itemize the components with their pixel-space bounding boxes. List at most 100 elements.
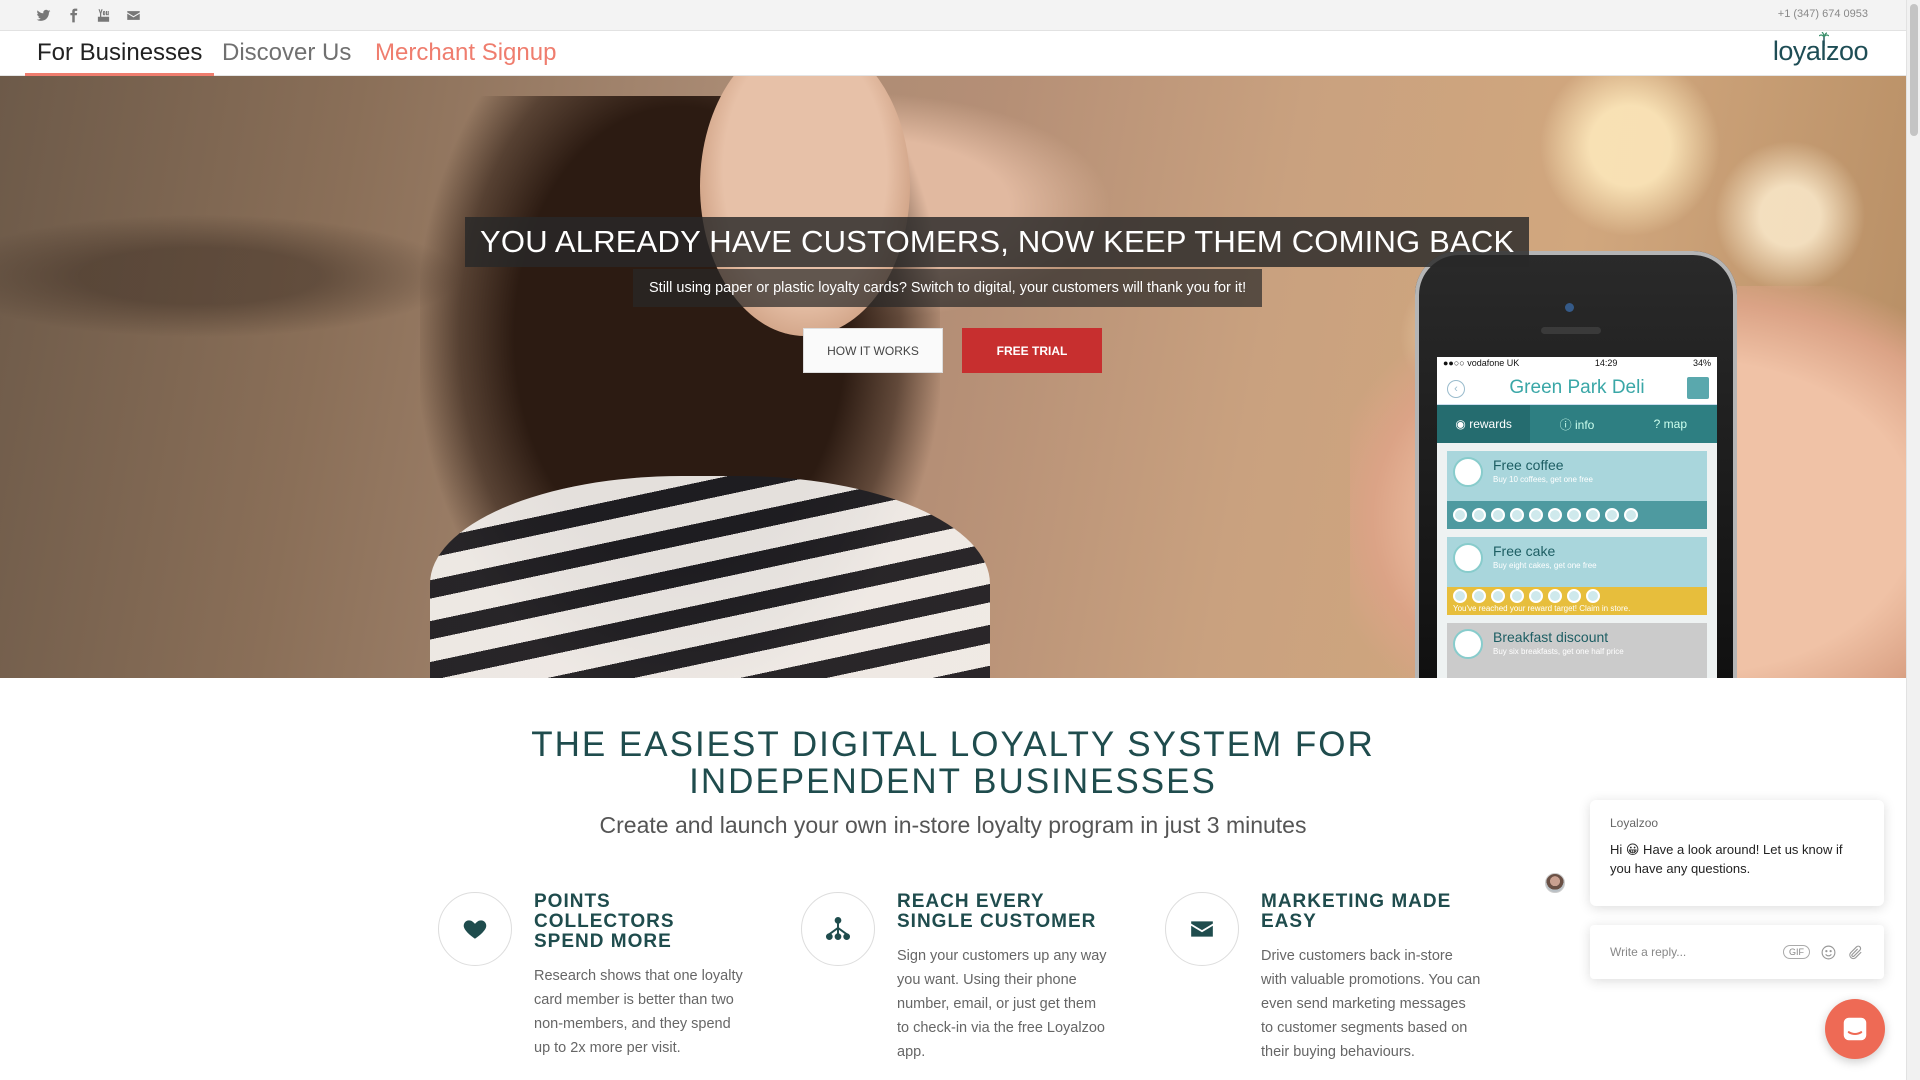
chat-icon bbox=[1843, 1017, 1867, 1041]
nav-merchant-signup[interactable]: Merchant Signup bbox=[375, 39, 556, 76]
app-tab-label: map bbox=[1663, 417, 1687, 431]
feature-title: REACH EVERY SINGLE CUSTOMER bbox=[897, 891, 1097, 932]
phone-speaker bbox=[1541, 327, 1601, 334]
feature-body: Sign your customers up any way you want.… bbox=[897, 948, 1107, 1060]
battery-text: 34% bbox=[1692, 358, 1711, 368]
reward-subtitle: Buy six breakfasts, get one half price bbox=[1493, 647, 1624, 656]
reward-subtitle: Buy eight cakes, get one free bbox=[1493, 561, 1597, 570]
app-tab-label: info bbox=[1574, 417, 1595, 432]
feature-body: Research shows that one loyalty card mem… bbox=[534, 968, 743, 1056]
app-tab-info: ⓘ info bbox=[1559, 417, 1595, 432]
loyalzoo-logo[interactable]: loyalzoo bbox=[1773, 32, 1869, 72]
network-icon bbox=[801, 892, 875, 966]
nav-discover-us[interactable]: Discover Us bbox=[222, 39, 351, 76]
stamp bbox=[1567, 589, 1581, 603]
facebook-icon[interactable] bbox=[64, 6, 82, 24]
envelope-icon bbox=[1165, 892, 1239, 966]
stamp bbox=[1453, 508, 1467, 522]
stamp bbox=[1548, 508, 1562, 522]
mail-icon[interactable] bbox=[124, 6, 142, 24]
chat-tools: GIF bbox=[1783, 944, 1864, 961]
stamp bbox=[1472, 589, 1486, 603]
stamp bbox=[1529, 589, 1543, 603]
chat-message-bubble[interactable]: Loyalzoo Hi 😀 Have a look around! Let us… bbox=[1590, 800, 1884, 906]
hero-photo-striped-shirt bbox=[430, 476, 990, 678]
stamp bbox=[1586, 589, 1600, 603]
reward-subtitle: Buy 10 coffees, get one free bbox=[1493, 475, 1593, 484]
stamp bbox=[1586, 508, 1600, 522]
gif-button[interactable]: GIF bbox=[1783, 945, 1810, 959]
youtube-icon[interactable] bbox=[94, 6, 112, 24]
cake-icon bbox=[1453, 543, 1483, 573]
main-nav: For Businesses Discover Us Merchant Sign… bbox=[0, 31, 1906, 76]
top-utility-bar: +1 (347) 674 0953 bbox=[0, 0, 1906, 31]
stamp bbox=[1491, 589, 1505, 603]
reward-title: Free coffee bbox=[1493, 457, 1564, 473]
app-tab-map: ? map bbox=[1653, 417, 1687, 431]
stamp bbox=[1453, 589, 1467, 603]
section-title-line: THE EASIEST DIGITAL LOYALTY SYSTEM FOR bbox=[531, 725, 1375, 764]
stamp bbox=[1548, 589, 1562, 603]
emoji-icon[interactable] bbox=[1820, 944, 1837, 961]
stamp bbox=[1491, 508, 1505, 522]
stamp bbox=[1605, 508, 1619, 522]
phone-number[interactable]: +1 (347) 674 0953 bbox=[1778, 8, 1868, 20]
phone-screen: ●●○○ vodafone UK 14:29 34% ‹ Green Park … bbox=[1437, 357, 1717, 678]
reward-card: Breakfast discount Buy six breakfasts, g… bbox=[1447, 623, 1707, 678]
chat-sender: Loyalzoo bbox=[1610, 816, 1659, 830]
feature-body: Drive customers back in-store with valua… bbox=[1261, 948, 1481, 1060]
scrollbar-thumb[interactable] bbox=[1910, 4, 1918, 136]
hero-subtitle: Still using paper or plastic loyalty car… bbox=[633, 269, 1263, 307]
stamp bbox=[1510, 508, 1524, 522]
feature-title: MARKETING MADE EASY bbox=[1261, 891, 1452, 932]
phone-camera bbox=[1565, 303, 1574, 312]
phone-status-bar: ●●○○ vodafone UK 14:29 34% bbox=[1437, 357, 1717, 371]
reward-note: You've reached your reward target! Claim… bbox=[1453, 604, 1631, 613]
logo-text-zoo: zoo bbox=[1825, 36, 1869, 66]
app-header: ‹ Green Park Deli bbox=[1437, 371, 1717, 405]
chat-reply-box[interactable]: Write a reply... GIF bbox=[1590, 925, 1884, 979]
app-tab-rewards: ◉ rewards bbox=[1437, 405, 1531, 443]
nav-for-businesses[interactable]: For Businesses bbox=[25, 39, 215, 76]
hero-phone-device: ●●○○ vodafone UK 14:29 34% ‹ Green Park … bbox=[1415, 251, 1737, 678]
feature-reach-every-customer: REACH EVERY SINGLE CUSTOMER Sign your cu… bbox=[801, 892, 1131, 1080]
twitter-icon[interactable] bbox=[34, 6, 52, 24]
chat-reply-input[interactable]: Write a reply... bbox=[1610, 945, 1783, 959]
app-tab-label: rewards bbox=[1469, 417, 1512, 431]
stamp bbox=[1529, 508, 1543, 522]
palm-tree-icon bbox=[1818, 32, 1829, 46]
chat-message-text: Hi 😀 Have a look around! Let us know if … bbox=[1610, 842, 1843, 876]
stamp bbox=[1510, 589, 1524, 603]
carrier-text: ●●○○ vodafone UK bbox=[1443, 358, 1520, 368]
page-scrollbar[interactable] bbox=[1906, 0, 1920, 1080]
coffee-cup-icon bbox=[1453, 457, 1483, 487]
feature-points-collectors: POINTS COLLECTORS SPEND MORE Research sh… bbox=[438, 892, 768, 1080]
stamp bbox=[1472, 508, 1486, 522]
how-it-works-button[interactable]: HOW IT WORKS bbox=[803, 328, 943, 373]
section-title: THE EASIEST DIGITAL LOYALTY SYSTEM FOR I… bbox=[0, 726, 1906, 800]
hero-banner: ●●○○ vodafone UK 14:29 34% ‹ Green Park … bbox=[0, 76, 1906, 678]
feature-marketing: MARKETING MADE EASY Drive customers back… bbox=[1165, 892, 1495, 1080]
attachment-icon[interactable] bbox=[1847, 944, 1864, 961]
reward-card: Free coffee Buy 10 coffees, get one free bbox=[1447, 451, 1707, 529]
social-links bbox=[34, 6, 142, 24]
stamp bbox=[1624, 508, 1638, 522]
reward-title: Breakfast discount bbox=[1493, 629, 1609, 645]
time-text: 14:29 bbox=[1594, 358, 1618, 368]
app-tabs: ◉ rewards ⓘ info ? map bbox=[1437, 405, 1717, 443]
heart-icon bbox=[438, 892, 512, 966]
chat-agent-avatar bbox=[1545, 873, 1565, 893]
feature-title: POINTS COLLECTORS SPEND MORE bbox=[534, 891, 675, 952]
chat-launcher-button[interactable] bbox=[1825, 999, 1885, 1059]
back-icon: ‹ bbox=[1447, 380, 1465, 398]
reward-title: Free cake bbox=[1493, 543, 1556, 559]
reward-stamps bbox=[1447, 501, 1707, 529]
free-trial-button[interactable]: FREE TRIAL bbox=[962, 328, 1102, 373]
app-title: Green Park Deli bbox=[1509, 376, 1645, 398]
section-title-line: INDEPENDENT BUSINESSES bbox=[689, 762, 1217, 801]
breakfast-icon bbox=[1453, 629, 1483, 659]
hero-title: YOU ALREADY HAVE CUSTOMERS, NOW KEEP THE… bbox=[465, 217, 1530, 267]
reward-card: Free cake Buy eight cakes, get one free … bbox=[1447, 537, 1707, 615]
stamp bbox=[1567, 508, 1581, 522]
app-menu-icon bbox=[1687, 377, 1709, 399]
